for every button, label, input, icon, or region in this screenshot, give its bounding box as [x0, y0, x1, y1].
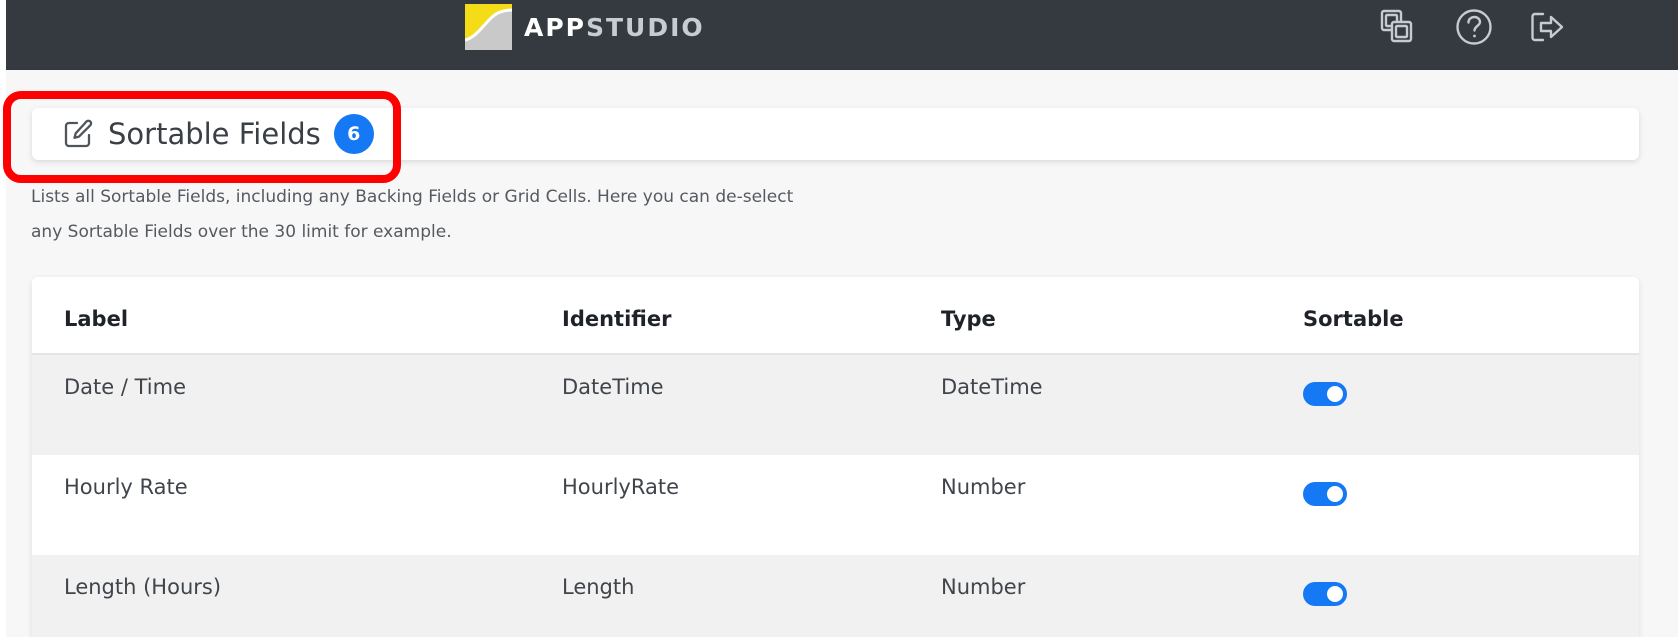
brand-name-app: APP — [524, 12, 586, 42]
cell-label: Hourly Rate — [64, 475, 188, 499]
page-title: Sortable Fields — [108, 117, 321, 151]
toggle-knob — [1327, 486, 1343, 502]
cell-identifier: HourlyRate — [562, 475, 679, 499]
page-description: Lists all Sortable Fields, including any… — [31, 180, 861, 250]
app-frame: APPSTUDIO Sortable Fields 6 Lists all So… — [6, 0, 1678, 637]
edit-icon[interactable] — [62, 118, 94, 150]
cell-type: Number — [941, 575, 1026, 599]
brand[interactable]: APPSTUDIO — [465, 4, 705, 50]
brand-name-studio: STUDIO — [586, 12, 705, 42]
cell-type: Number — [941, 475, 1026, 499]
cell-type: DateTime — [941, 375, 1043, 399]
table-row: Date / Time DateTime DateTime — [32, 355, 1639, 455]
top-bar: APPSTUDIO — [6, 0, 1678, 70]
table-row: Length (Hours) Length Number — [32, 555, 1639, 637]
cell-label: Length (Hours) — [64, 575, 222, 599]
logout-icon[interactable] — [1526, 6, 1568, 48]
description-line: Lists all Sortable Fields, including any… — [31, 187, 794, 207]
title-row: Sortable Fields 6 — [62, 108, 374, 160]
sortable-toggle[interactable] — [1303, 482, 1347, 506]
title-card: Sortable Fields 6 — [32, 108, 1639, 160]
column-header-type[interactable]: Type — [941, 277, 996, 353]
description-line: any Sortable Fields over the 30 limit fo… — [31, 222, 452, 242]
sortable-fields-table: Label Identifier Type Sortable Date / Ti… — [32, 277, 1639, 637]
cell-label: Date / Time — [64, 375, 187, 399]
column-header-identifier[interactable]: Identifier — [562, 277, 671, 353]
brand-name: APPSTUDIO — [524, 13, 705, 42]
appstudio-logo-icon — [465, 4, 512, 50]
cell-identifier: Length — [562, 575, 635, 599]
cell-identifier: DateTime — [562, 375, 664, 399]
field-count-badge: 6 — [333, 114, 374, 154]
help-icon[interactable] — [1453, 6, 1495, 48]
sortable-toggle[interactable] — [1303, 582, 1347, 606]
toggle-knob — [1327, 386, 1343, 402]
column-header-label[interactable]: Label — [64, 277, 128, 353]
column-header-sortable[interactable]: Sortable — [1303, 277, 1404, 353]
table-row: Hourly Rate HourlyRate Number — [32, 455, 1639, 555]
toggle-knob — [1327, 586, 1343, 602]
table-header: Label Identifier Type Sortable — [32, 277, 1639, 355]
copy-icon[interactable] — [1376, 6, 1418, 48]
sortable-toggle[interactable] — [1303, 382, 1347, 406]
